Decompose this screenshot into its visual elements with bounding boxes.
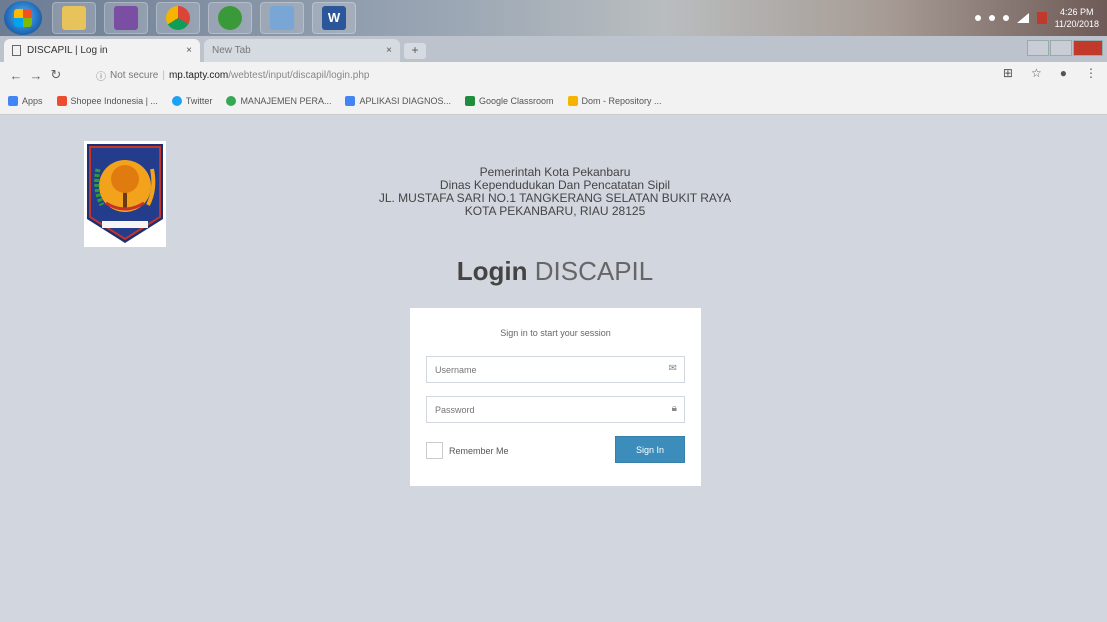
clock-time: 4:26 PM — [1060, 7, 1094, 17]
windows-taskbar: W 4:26 PM 11/20/2018 — [0, 0, 1107, 36]
bookmark-repository[interactable]: Dom - Repository ... — [567, 96, 662, 106]
address-bar[interactable]: ⓘ Not secure | mp.tapty.com/webtest/inpu… — [96, 65, 976, 85]
login-box: Sign in to start your session ✉ 🔒︎ Remem… — [410, 308, 701, 486]
reload-icon[interactable]: ↻ — [46, 67, 66, 83]
system-tray: 4:26 PM 11/20/2018 — [974, 0, 1099, 36]
institution-header: Pemerintah Kota Pekanbaru Dinas Kependud… — [340, 166, 770, 218]
visual-studio-icon — [114, 6, 138, 30]
emblem-icon — [87, 144, 163, 243]
tray-dot-icon[interactable] — [974, 15, 981, 21]
bookmark-label: Dom - Repository ... — [581, 96, 662, 106]
forward-arrow-icon[interactable]: → — [26, 68, 46, 83]
menu-kebab-icon[interactable]: ⋮ — [1085, 66, 1097, 80]
username-field[interactable]: ✉ — [426, 356, 685, 383]
separator: | — [162, 69, 165, 81]
bookmark-manajemen[interactable]: MANAJEMEN PERA... — [226, 96, 331, 106]
close-tab-icon[interactable]: × — [186, 45, 192, 56]
bookmarks-bar: Apps Shopee Indonesia | ... Twitter MANA… — [0, 88, 1107, 115]
security-status: Not secure — [110, 69, 159, 81]
bookmark-label: Twitter — [185, 96, 213, 106]
login-title-light: DISCAPIL — [534, 256, 654, 286]
tray-dot-icon[interactable] — [1002, 15, 1009, 21]
url-path: /webtest/input/discapil/login.php — [228, 69, 370, 81]
tab-new-tab[interactable]: New Tab × — [204, 39, 400, 62]
tab-label: DISCAPIL | Log in — [27, 45, 108, 56]
bookmark-label: Apps — [22, 96, 43, 106]
tab-label: New Tab — [212, 45, 251, 56]
password-input[interactable] — [427, 397, 647, 422]
password-field[interactable]: 🔒︎ — [426, 396, 685, 423]
bookmark-aplikasi[interactable]: APLIKASI DIAGNOS... — [345, 96, 451, 106]
clock[interactable]: 4:26 PM 11/20/2018 — [1055, 6, 1099, 30]
bookmark-label: Google Classroom — [478, 96, 554, 106]
clock-date: 11/20/2018 — [1054, 19, 1099, 29]
apps-grid-icon — [8, 96, 18, 106]
close-window-button[interactable] — [1073, 40, 1103, 56]
lock-icon: 🔒︎ — [671, 403, 677, 414]
bookmark-label: Shopee Indonesia | ... — [70, 96, 158, 106]
username-input[interactable] — [427, 357, 647, 382]
profile-icon[interactable]: ● — [1060, 66, 1067, 80]
bookmark-classroom[interactable]: Google Classroom — [464, 96, 554, 106]
login-box-message: Sign in to start your session — [500, 328, 611, 338]
remember-me-checkbox[interactable] — [426, 442, 443, 459]
folder-icon — [567, 96, 578, 106]
bookmark-twitter[interactable]: Twitter — [171, 96, 213, 106]
tray-dot-icon[interactable] — [988, 15, 995, 21]
login-title-bold: Login — [456, 256, 528, 286]
sign-in-button[interactable]: Sign In — [615, 436, 685, 463]
chrome-icon — [166, 6, 190, 30]
taskbar-visual-studio-button[interactable] — [104, 2, 148, 34]
start-button[interactable] — [4, 1, 42, 35]
envelope-icon: ✉ — [668, 363, 677, 374]
taskbar-explorer-button[interactable] — [52, 2, 96, 34]
bookmark-shopee[interactable]: Shopee Indonesia | ... — [56, 96, 158, 106]
network-signal-icon[interactable] — [1016, 13, 1029, 23]
windows-logo-icon — [14, 9, 32, 27]
app-icon — [218, 6, 242, 30]
window-icon — [270, 6, 294, 30]
minimize-button[interactable] — [1027, 40, 1049, 56]
back-arrow-icon[interactable]: ← — [6, 68, 26, 83]
header-line-4: KOTA PEKANBARU, RIAU 28125 — [464, 204, 646, 218]
green-site-icon — [226, 96, 237, 106]
bookmark-star-icon[interactable]: ☆ — [1031, 66, 1042, 80]
browser-toolbar: ← → ↻ ⓘ Not secure | mp.tapty.com/webtes… — [0, 62, 1107, 88]
twitter-icon — [171, 96, 182, 106]
word-icon: W — [322, 6, 346, 30]
info-icon[interactable]: ⓘ — [96, 68, 106, 83]
bookmark-label: MANAJEMEN PERA... — [240, 96, 332, 106]
close-tab-icon[interactable]: × — [386, 45, 392, 56]
taskbar-app-button[interactable] — [208, 2, 252, 34]
folder-icon — [62, 6, 86, 30]
document-icon — [345, 96, 356, 106]
bookmark-label: APLIKASI DIAGNOS... — [359, 96, 451, 106]
browser-tab-strip: DISCAPIL | Log in × New Tab × + — [0, 36, 1107, 62]
page-icon — [12, 45, 21, 56]
shopee-icon — [56, 96, 67, 106]
login-page-title: Login DISCAPIL — [400, 256, 710, 287]
taskbar-word-button[interactable]: W — [312, 2, 356, 34]
translate-icon[interactable]: ⊞ — [1003, 66, 1013, 80]
remember-me[interactable]: Remember Me — [426, 442, 509, 459]
tab-discapil-login[interactable]: DISCAPIL | Log in × — [4, 39, 200, 62]
toolbar-actions: ⊞ ☆ ● ⋮ — [1003, 66, 1097, 80]
url-host: mp.tapty.com — [168, 69, 229, 81]
maximize-button[interactable] — [1050, 40, 1072, 56]
action-center-flag-icon[interactable] — [1036, 12, 1047, 24]
taskbar-window-button[interactable] — [260, 2, 304, 34]
window-controls — [1026, 40, 1103, 56]
classroom-icon — [464, 96, 475, 106]
new-tab-button[interactable]: + — [404, 43, 426, 59]
remember-me-label: Remember Me — [449, 445, 509, 456]
bookmark-apps[interactable]: Apps — [8, 96, 43, 106]
city-emblem-logo — [84, 141, 166, 247]
taskbar-chrome-button[interactable] — [156, 2, 200, 34]
